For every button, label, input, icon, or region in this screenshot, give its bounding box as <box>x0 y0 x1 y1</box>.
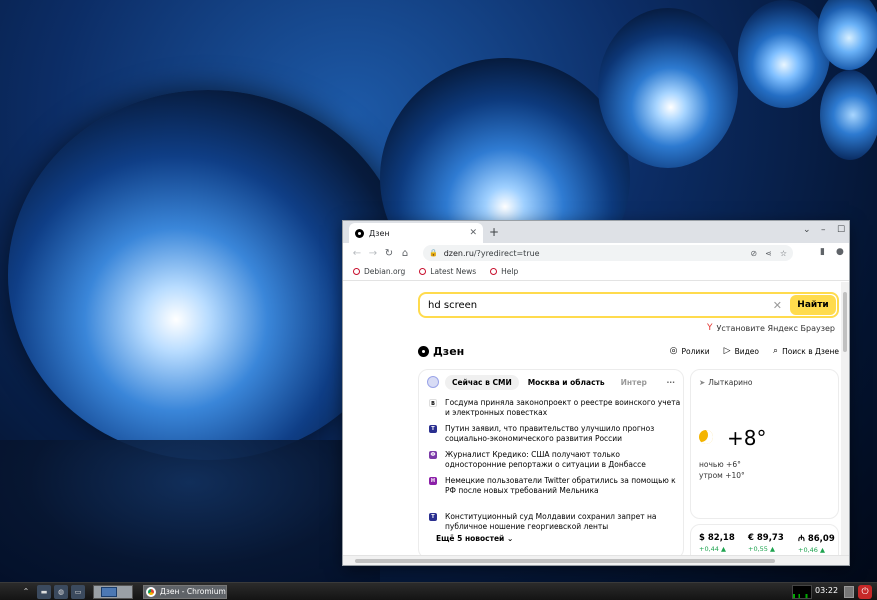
side-panel-icon[interactable]: ▮ <box>820 247 825 257</box>
play-icon: ▷ <box>723 346 731 356</box>
debian-icon <box>353 268 360 275</box>
maximize-icon[interactable]: ☐ <box>837 225 845 235</box>
address-bar[interactable]: 🔒 dzen.ru/?yredirect=true ⊘ ⋖ ☆ <box>423 245 793 261</box>
workspace-switcher[interactable] <box>93 584 133 599</box>
share-icon[interactable]: ⋖ <box>765 249 772 258</box>
zen-logo[interactable]: Дзен <box>418 345 464 358</box>
weather-temp: +8° <box>727 426 767 450</box>
clear-icon[interactable]: ✕ <box>773 299 782 312</box>
clips-icon: ◎ <box>669 346 678 356</box>
browser-window: Дзен ✕ + ⌄ – ☐ ← → ↻ ⌂ 🔒 dzen.ru/?yredir… <box>343 221 849 565</box>
clock[interactable]: 03:22 <box>815 586 838 595</box>
vertical-scrollbar[interactable] <box>841 282 849 555</box>
more-news-button[interactable]: Ещё 5 новостей ⌄ <box>436 534 683 543</box>
bookmark-latest-news[interactable]: Latest News <box>419 267 476 276</box>
news-tabs: Сейчас в СМИ Москва и область Интер ··· <box>419 370 683 394</box>
more-icon[interactable]: ··· <box>666 378 675 387</box>
bookmark-star-icon[interactable]: ☆ <box>780 249 787 258</box>
network-icon[interactable] <box>844 586 854 598</box>
scroll-thumb[interactable] <box>843 292 847 352</box>
list-item[interactable]: В Госдума приняла законопроект о реестре… <box>429 398 683 420</box>
tab-moscow-region[interactable]: Москва и область <box>521 375 612 390</box>
address-url: dzen.ru/?yredirect=true <box>443 248 540 258</box>
zen-header: Дзен ◎ Ролики ▷ Видео ⌕ Поиск в Дзене <box>418 344 839 358</box>
browser-toolbar: ← → ↻ ⌂ 🔒 dzen.ru/?yredirect=true ⊘ ⋖ ☆ … <box>343 243 849 263</box>
chevron-down-icon: ⌄ <box>506 534 514 543</box>
new-tab-button[interactable]: + <box>489 224 499 240</box>
wallpaper-sphere <box>820 70 877 160</box>
profile-icon[interactable]: ● <box>836 247 844 257</box>
nav-clips[interactable]: ◎ Ролики <box>670 346 710 356</box>
moon-icon <box>699 430 713 444</box>
weather-night: ночью +6° <box>699 460 741 469</box>
wallpaper-reflection <box>0 440 380 582</box>
cpu-monitor <box>792 585 812 599</box>
rate-usd: $ 82,18 +0,44 ▲ <box>699 533 735 553</box>
list-item[interactable]: Ф Журналист Кредико: США получают только… <box>429 450 683 472</box>
lock-icon: 🔒 <box>429 249 438 257</box>
news-card: Сейчас в СМИ Москва и область Интер ··· … <box>418 369 684 555</box>
rate-oil: ₼ 86,09 +0,46 ▲ <box>798 534 835 554</box>
zen-nav: ◎ Ролики ▷ Видео ⌕ Поиск в Дзене <box>656 346 839 356</box>
dzen-favicon-icon <box>355 228 364 238</box>
list-item[interactable]: Н Немецкие пользователи Twitter обратили… <box>429 476 683 508</box>
home-icon[interactable]: ⌂ <box>397 248 413 259</box>
scroll-thumb[interactable] <box>355 559 775 563</box>
yandex-icon: Y <box>707 323 713 333</box>
source-icon: Ф <box>429 451 437 459</box>
source-icon: Т <box>429 513 437 521</box>
power-icon[interactable]: ⏻ <box>858 585 872 599</box>
reload-icon[interactable]: ↻ <box>381 248 397 259</box>
chromium-icon <box>146 586 156 597</box>
tab-interesting[interactable]: Интер <box>614 375 654 390</box>
list-item[interactable]: Т Путин заявил, что правительство улучши… <box>429 424 683 446</box>
browser-promo-link[interactable]: Y Установите Яндекс Браузер <box>707 323 835 333</box>
nav-search-zen[interactable]: ⌕ Поиск в Дзене <box>773 346 839 356</box>
debian-icon <box>490 268 498 275</box>
back-icon[interactable]: ← <box>349 248 365 259</box>
location-icon: ➤ <box>699 378 706 387</box>
page-content: hd screen ✕ Найти Y Установите Яндекс Бр… <box>343 282 849 555</box>
tab-strip: Дзен ✕ + ⌄ – ☐ <box>343 221 849 243</box>
search-icon: ⌕ <box>773 346 779 356</box>
wallpaper-sphere <box>738 0 830 108</box>
search-input[interactable]: hd screen <box>428 300 773 311</box>
bookmarks-bar: Debian.org Latest News Help <box>343 263 849 281</box>
eye-off-icon[interactable]: ⊘ <box>750 249 757 258</box>
file-manager-icon[interactable]: ▬ <box>37 584 51 599</box>
list-item[interactable]: Т Конституционный суд Молдавии сохранил … <box>429 512 683 534</box>
news-list: В Госдума приняла законопроект о реестре… <box>419 398 683 534</box>
forward-icon[interactable]: → <box>365 248 381 259</box>
tab-dzen[interactable]: Дзен ✕ <box>349 223 483 243</box>
weather-morning: утром +10° <box>699 471 745 480</box>
wallpaper-sphere <box>598 8 738 168</box>
start-menu-icon[interactable]: ⌃ <box>18 585 34 599</box>
source-icon: Н <box>429 477 437 485</box>
bookmark-debian[interactable]: Debian.org <box>353 267 405 276</box>
horizontal-scrollbar[interactable] <box>343 555 849 565</box>
tab-title: Дзен <box>369 228 390 238</box>
search-box[interactable]: hd screen ✕ Найти <box>418 292 839 318</box>
taskbar-chromium-task[interactable]: Дзен - Chromium <box>143 584 227 599</box>
source-icon: В <box>429 399 437 407</box>
close-tab-icon[interactable]: ✕ <box>469 228 477 238</box>
minimize-icon[interactable]: – <box>821 225 826 235</box>
browser-launcher-icon[interactable]: ◍ <box>54 584 68 599</box>
nav-video[interactable]: ▷ Видео <box>724 346 759 356</box>
weather-card[interactable]: ➤ Лыткарино +8° ночью +6° утром +10° <box>690 369 839 519</box>
taskbar: ⌃ ▬ ◍ ▭ Дзен - Chromium 03:22 ⏻ <box>0 582 877 600</box>
source-icon: Т <box>429 425 437 433</box>
weather-city: ➤ Лыткарино <box>699 378 753 387</box>
rates-card[interactable]: $ 82,18 +0,44 ▲ € 89,73 +0,55 ▲ ₼ 86,09 +0,… <box>690 524 839 555</box>
tab-now-in-media[interactable]: Сейчас в СМИ <box>445 374 519 390</box>
search-button[interactable]: Найти <box>790 295 836 315</box>
tab-search-icon[interactable]: ⌄ <box>803 225 811 235</box>
desktop-icon[interactable]: ▭ <box>71 584 85 599</box>
zen-logo-icon <box>418 345 429 357</box>
rate-eur: € 89,73 +0,55 ▲ <box>748 533 784 553</box>
workspace-1[interactable] <box>101 586 117 597</box>
avatar[interactable] <box>427 376 439 388</box>
debian-icon <box>419 268 427 275</box>
bookmark-help[interactable]: Help <box>490 267 518 276</box>
